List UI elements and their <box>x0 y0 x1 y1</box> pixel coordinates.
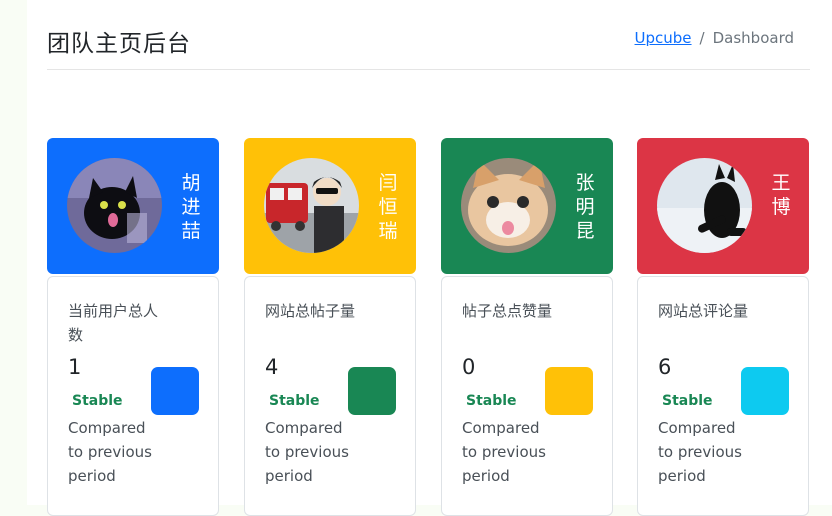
page-title: 团队主页后台 <box>47 31 191 57</box>
stat-trend: Stable <box>466 393 517 409</box>
stat-card-comments: 网站总评论量 6 Stable Compared to previous per… <box>637 276 809 516</box>
stat-label: 帖子总点赞量 <box>462 302 553 320</box>
stat-card-users: 当前用户总人数 1 Stable Compared to previous pe… <box>47 276 219 516</box>
stat-card-likes: 帖子总点赞量 0 Stable Compared to previous per… <box>441 276 613 516</box>
member-name: 闫恒瑞 <box>378 172 398 242</box>
stat-label: 网站总评论量 <box>658 302 749 320</box>
snow-cat-avatar <box>657 158 752 253</box>
anime-boy-avatar <box>264 158 359 253</box>
stat-color-square <box>741 367 789 415</box>
breadcrumb-link-upcube[interactable]: Upcube <box>635 29 692 47</box>
stat-value: 0 <box>462 355 476 379</box>
member-name: 胡进喆 <box>181 172 201 242</box>
stat-color-square <box>545 367 593 415</box>
stat-label: 网站总帖子量 <box>265 302 356 320</box>
stat-value: 6 <box>658 355 672 379</box>
main-content: 团队主页后台 Upcube / Dashboard 胡进喆 闫恒瑞 张明昆 王博… <box>27 0 832 516</box>
member-name: 张明昆 <box>575 172 595 242</box>
member-card: 张明昆 <box>441 138 613 274</box>
breadcrumb-separator: / <box>699 29 705 47</box>
stat-note: Compared to previous period <box>462 419 546 485</box>
stat-trend: Stable <box>269 393 320 409</box>
stat-note: Compared to previous period <box>658 419 742 485</box>
breadcrumb-current: Dashboard <box>712 29 794 47</box>
stat-value: 1 <box>68 355 82 379</box>
member-card: 闫恒瑞 <box>244 138 416 274</box>
member-name: 王博 <box>771 172 791 218</box>
stat-note: Compared to previous period <box>68 419 152 485</box>
stat-trend: Stable <box>72 393 123 409</box>
member-card: 胡进喆 <box>47 138 219 274</box>
stat-value: 4 <box>265 355 279 379</box>
stat-label: 当前用户总人数 <box>68 302 159 344</box>
stat-trend: Stable <box>662 393 713 409</box>
stat-card-posts: 网站总帖子量 4 Stable Compared to previous per… <box>244 276 416 516</box>
stat-color-square <box>348 367 396 415</box>
breadcrumb: Upcube / Dashboard <box>635 29 794 47</box>
page-header: 团队主页后台 Upcube / Dashboard <box>47 0 810 70</box>
stat-color-square <box>151 367 199 415</box>
orange-cat-avatar <box>461 158 556 253</box>
stat-note: Compared to previous period <box>265 419 349 485</box>
member-card: 王博 <box>637 138 809 274</box>
black-cat-avatar <box>67 158 162 253</box>
